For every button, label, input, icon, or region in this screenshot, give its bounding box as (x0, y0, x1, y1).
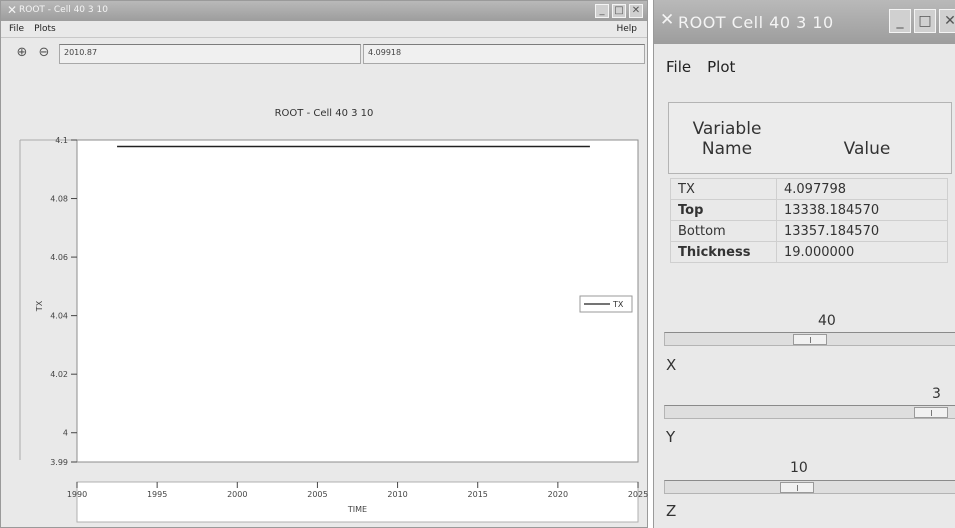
y-tick-label: 4.04 (50, 312, 68, 321)
x-slider-label: X (666, 356, 677, 374)
z-slider-label: Z (666, 502, 677, 520)
row-value: 13357.184570 (776, 220, 948, 242)
y-tick-label: 4.08 (50, 195, 68, 204)
x-tick-label: 2020 (548, 490, 568, 499)
x-axis-panel (76, 481, 639, 523)
variable-table: TX 4.097798 Top 13338.184570 Bottom 1335… (670, 178, 948, 263)
x-tick-label: 2025 (628, 490, 648, 499)
cell-menu-bar: File Plot (654, 58, 955, 82)
table-row: TX 4.097798 (670, 178, 948, 200)
x-tick-label: 1990 (67, 490, 87, 499)
minimize-button[interactable]: _ (889, 9, 911, 33)
cell-info-window: ✕ ROOT Cell 40 3 10 _ □ ✕ File Plot (653, 0, 955, 528)
plot-area (76, 139, 639, 463)
row-value: 13338.184570 (776, 199, 948, 221)
close-button[interactable]: ✕ (939, 9, 955, 33)
y-tick-label: 4.02 (50, 370, 68, 379)
table-row: Thickness 19.000000 (670, 241, 948, 263)
x-tick-label: 2015 (468, 490, 488, 499)
x-axis-label: TIME (347, 505, 367, 514)
row-value: 19.000000 (776, 241, 948, 263)
row-name: Bottom (670, 220, 777, 242)
row-name: TX (670, 178, 777, 200)
cell-title-bar[interactable]: ✕ ROOT Cell 40 3 10 _ □ ✕ (654, 0, 955, 44)
y-tick-label: 4.06 (50, 253, 68, 262)
cell-window-title: ROOT Cell 40 3 10 (678, 13, 834, 32)
maximize-button[interactable]: □ (914, 9, 936, 33)
tx-chart[interactable]: 3.99 4 4.02 4.04 4.06 4.08 4.1 1990 1995 2000 2005… (0, 0, 648, 528)
y-slider-label: Y (666, 428, 676, 446)
row-name: Thickness (670, 241, 777, 263)
x-tick-label: 2000 (227, 490, 247, 499)
menu-plot[interactable]: Plot (707, 58, 735, 82)
z-slider[interactable] (664, 480, 955, 494)
y-tick-label: 3.99 (50, 458, 68, 467)
x-logo-icon: ✕ (660, 10, 675, 30)
y-tick-label: 4.1 (55, 136, 68, 145)
table-row: Top 13338.184570 (670, 199, 948, 221)
row-name: Top (670, 199, 777, 221)
header-value: Value (843, 139, 891, 159)
x-tick-label: 2010 (387, 490, 407, 499)
variable-table-header: Variable Name Value (668, 102, 952, 174)
y-slider[interactable] (664, 405, 955, 419)
x-slider-thumb[interactable] (793, 334, 827, 345)
table-row: Bottom 13357.184570 (670, 220, 948, 242)
y-tick-label: 4 (63, 429, 68, 438)
z-slider-value: 10 (790, 460, 808, 476)
y-axis-label: TX (35, 300, 44, 312)
x-tick-label: 1995 (147, 490, 167, 499)
row-value: 4.097798 (776, 178, 948, 200)
legend-label: TX (612, 300, 624, 309)
x-slider-value: 40 (818, 313, 836, 329)
x-tick-label: 2005 (307, 490, 327, 499)
z-slider-thumb[interactable] (780, 482, 814, 493)
y-slider-value: 3 (932, 386, 941, 402)
x-slider[interactable] (664, 332, 955, 346)
header-variable-name: Variable Name (692, 119, 762, 159)
y-slider-thumb[interactable] (914, 407, 948, 418)
menu-file[interactable]: File (666, 58, 691, 82)
